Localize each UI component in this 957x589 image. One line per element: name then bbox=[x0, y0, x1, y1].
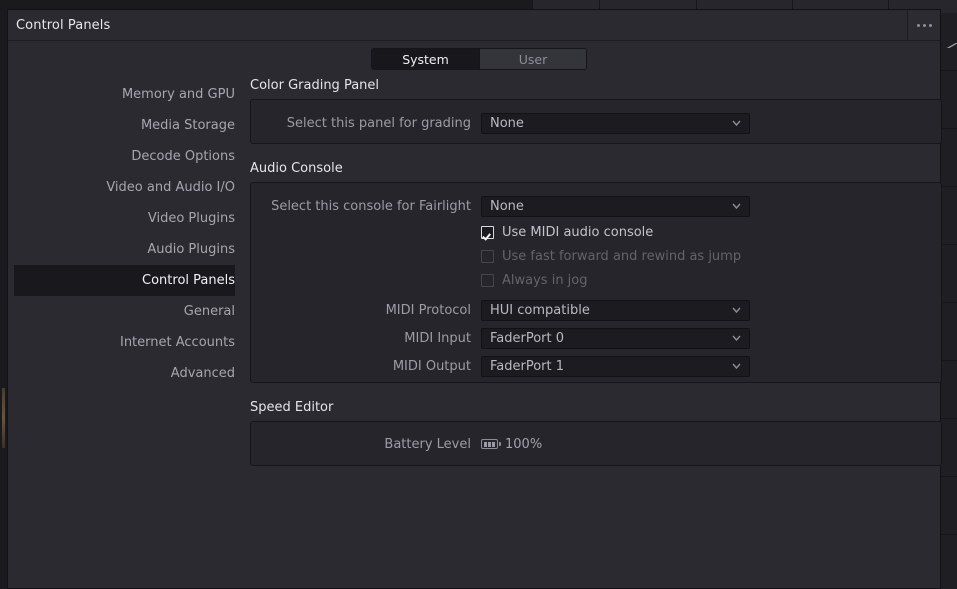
label-select-console-for-fairlight: Select this console for Fairlight bbox=[271, 198, 471, 214]
group-title-audio-console: Audio Console bbox=[250, 161, 343, 176]
label-use-fast-forward-rewind-as-jump: Use fast forward and rewind as jump bbox=[502, 248, 742, 264]
label-use-midi-audio-console: Use MIDI audio console bbox=[502, 224, 654, 240]
panel-speed-editor: Battery Level 100% bbox=[250, 421, 942, 466]
sidebar-item-general[interactable]: General bbox=[14, 296, 235, 327]
dialog-titlebar[interactable]: Control Panels bbox=[8, 10, 940, 41]
group-title-color-grading: Color Grading Panel bbox=[250, 78, 380, 93]
settings-panels: Color Grading Panel Select this panel fo… bbox=[250, 75, 942, 466]
battery-level-value: 100% bbox=[505, 436, 543, 452]
select-panel-for-grading-dropdown[interactable]: None bbox=[481, 112, 750, 134]
battery-level-readout: 100% bbox=[481, 437, 542, 452]
chevron-down-icon bbox=[732, 363, 741, 369]
tab-system[interactable]: System bbox=[372, 49, 479, 69]
sidebar-item-media-storage[interactable]: Media Storage bbox=[14, 110, 235, 141]
checkbox-use-fast-forward-rewind-as-jump bbox=[481, 249, 494, 263]
select-panel-for-grading-value: None bbox=[490, 115, 524, 131]
row-select-panel-for-grading: Select this panel for grading None bbox=[251, 109, 941, 137]
sidebar-item-memory-and-gpu[interactable]: Memory and GPU bbox=[14, 79, 235, 110]
checkbox-use-midi-audio-console[interactable] bbox=[481, 225, 494, 239]
tab-user[interactable]: User bbox=[479, 49, 586, 69]
label-select-panel-for-grading: Select this panel for grading bbox=[286, 115, 471, 131]
sidebar-item-control-panels[interactable]: Control Panels bbox=[14, 265, 235, 296]
settings-category-sidebar: Memory and GPU Media Storage Decode Opti… bbox=[8, 75, 236, 588]
scope-tab-group: System User bbox=[371, 48, 587, 70]
dialog-content: Memory and GPU Media Storage Decode Opti… bbox=[8, 75, 942, 588]
ellipsis-icon[interactable] bbox=[907, 10, 940, 40]
midi-input-value: FaderPort 0 bbox=[490, 330, 565, 346]
page-title: Control Panels bbox=[16, 17, 111, 33]
midi-protocol-dropdown[interactable]: HUI compatible bbox=[481, 299, 750, 321]
row-select-console-for-fairlight: Select this console for Fairlight None bbox=[251, 192, 941, 220]
midi-input-dropdown[interactable]: FaderPort 0 bbox=[481, 327, 750, 349]
sidebar-item-internet-accounts[interactable]: Internet Accounts bbox=[14, 327, 235, 358]
sidebar-item-decode-options[interactable]: Decode Options bbox=[14, 141, 235, 172]
chevron-down-icon bbox=[732, 307, 741, 313]
sidebar-item-video-and-audio-io[interactable]: Video and Audio I/O bbox=[14, 172, 235, 203]
group-color-grading-panel: Color Grading Panel Select this panel fo… bbox=[250, 75, 942, 144]
chevron-down-icon bbox=[732, 335, 741, 341]
label-midi-input: MIDI Input bbox=[404, 330, 471, 346]
label-battery-level: Battery Level bbox=[384, 436, 471, 452]
sidebar-item-audio-plugins[interactable]: Audio Plugins bbox=[14, 234, 235, 265]
label-midi-output: MIDI Output bbox=[392, 358, 471, 374]
background-diagonal-mark bbox=[941, 38, 957, 48]
select-console-for-fairlight-dropdown[interactable]: None bbox=[481, 195, 750, 217]
select-console-for-fairlight-value: None bbox=[490, 198, 524, 214]
midi-output-value: FaderPort 1 bbox=[490, 358, 565, 374]
chevron-down-icon bbox=[732, 203, 741, 209]
row-battery-level: Battery Level 100% bbox=[251, 433, 941, 455]
row-midi-output: MIDI Output FaderPort 1 bbox=[251, 352, 941, 380]
control-panels-dialog: Control Panels System User Memory and GP… bbox=[7, 9, 942, 589]
midi-output-dropdown[interactable]: FaderPort 1 bbox=[481, 355, 750, 377]
panel-color-grading: Select this panel for grading None bbox=[250, 99, 942, 144]
row-always-in-jog: Always in jog bbox=[251, 268, 941, 292]
row-use-midi-audio-console: Use MIDI audio console bbox=[251, 220, 941, 244]
group-audio-console: Audio Console Select this console for Fa… bbox=[250, 144, 942, 383]
group-title-speed-editor: Speed Editor bbox=[250, 400, 334, 415]
panel-audio-console: Select this console for Fairlight None U… bbox=[250, 182, 942, 383]
background-warm-sliver bbox=[2, 388, 5, 448]
row-use-fast-forward-rewind-as-jump: Use fast forward and rewind as jump bbox=[251, 244, 941, 268]
midi-protocol-value: HUI compatible bbox=[490, 302, 590, 318]
chevron-down-icon bbox=[732, 120, 741, 126]
sidebar-item-advanced[interactable]: Advanced bbox=[14, 358, 235, 389]
label-midi-protocol: MIDI Protocol bbox=[385, 302, 471, 318]
row-midi-input: MIDI Input FaderPort 0 bbox=[251, 324, 941, 352]
background-left-edge bbox=[0, 13, 7, 589]
group-speed-editor: Speed Editor Battery Level 100% bbox=[250, 383, 942, 466]
checkbox-always-in-jog bbox=[481, 273, 494, 287]
tabbar: System User bbox=[8, 41, 940, 75]
battery-full-icon bbox=[481, 439, 501, 449]
label-always-in-jog: Always in jog bbox=[502, 272, 588, 288]
row-midi-protocol: MIDI Protocol HUI compatible bbox=[251, 296, 941, 324]
sidebar-item-video-plugins[interactable]: Video Plugins bbox=[14, 203, 235, 234]
background-right-edge bbox=[941, 13, 957, 589]
